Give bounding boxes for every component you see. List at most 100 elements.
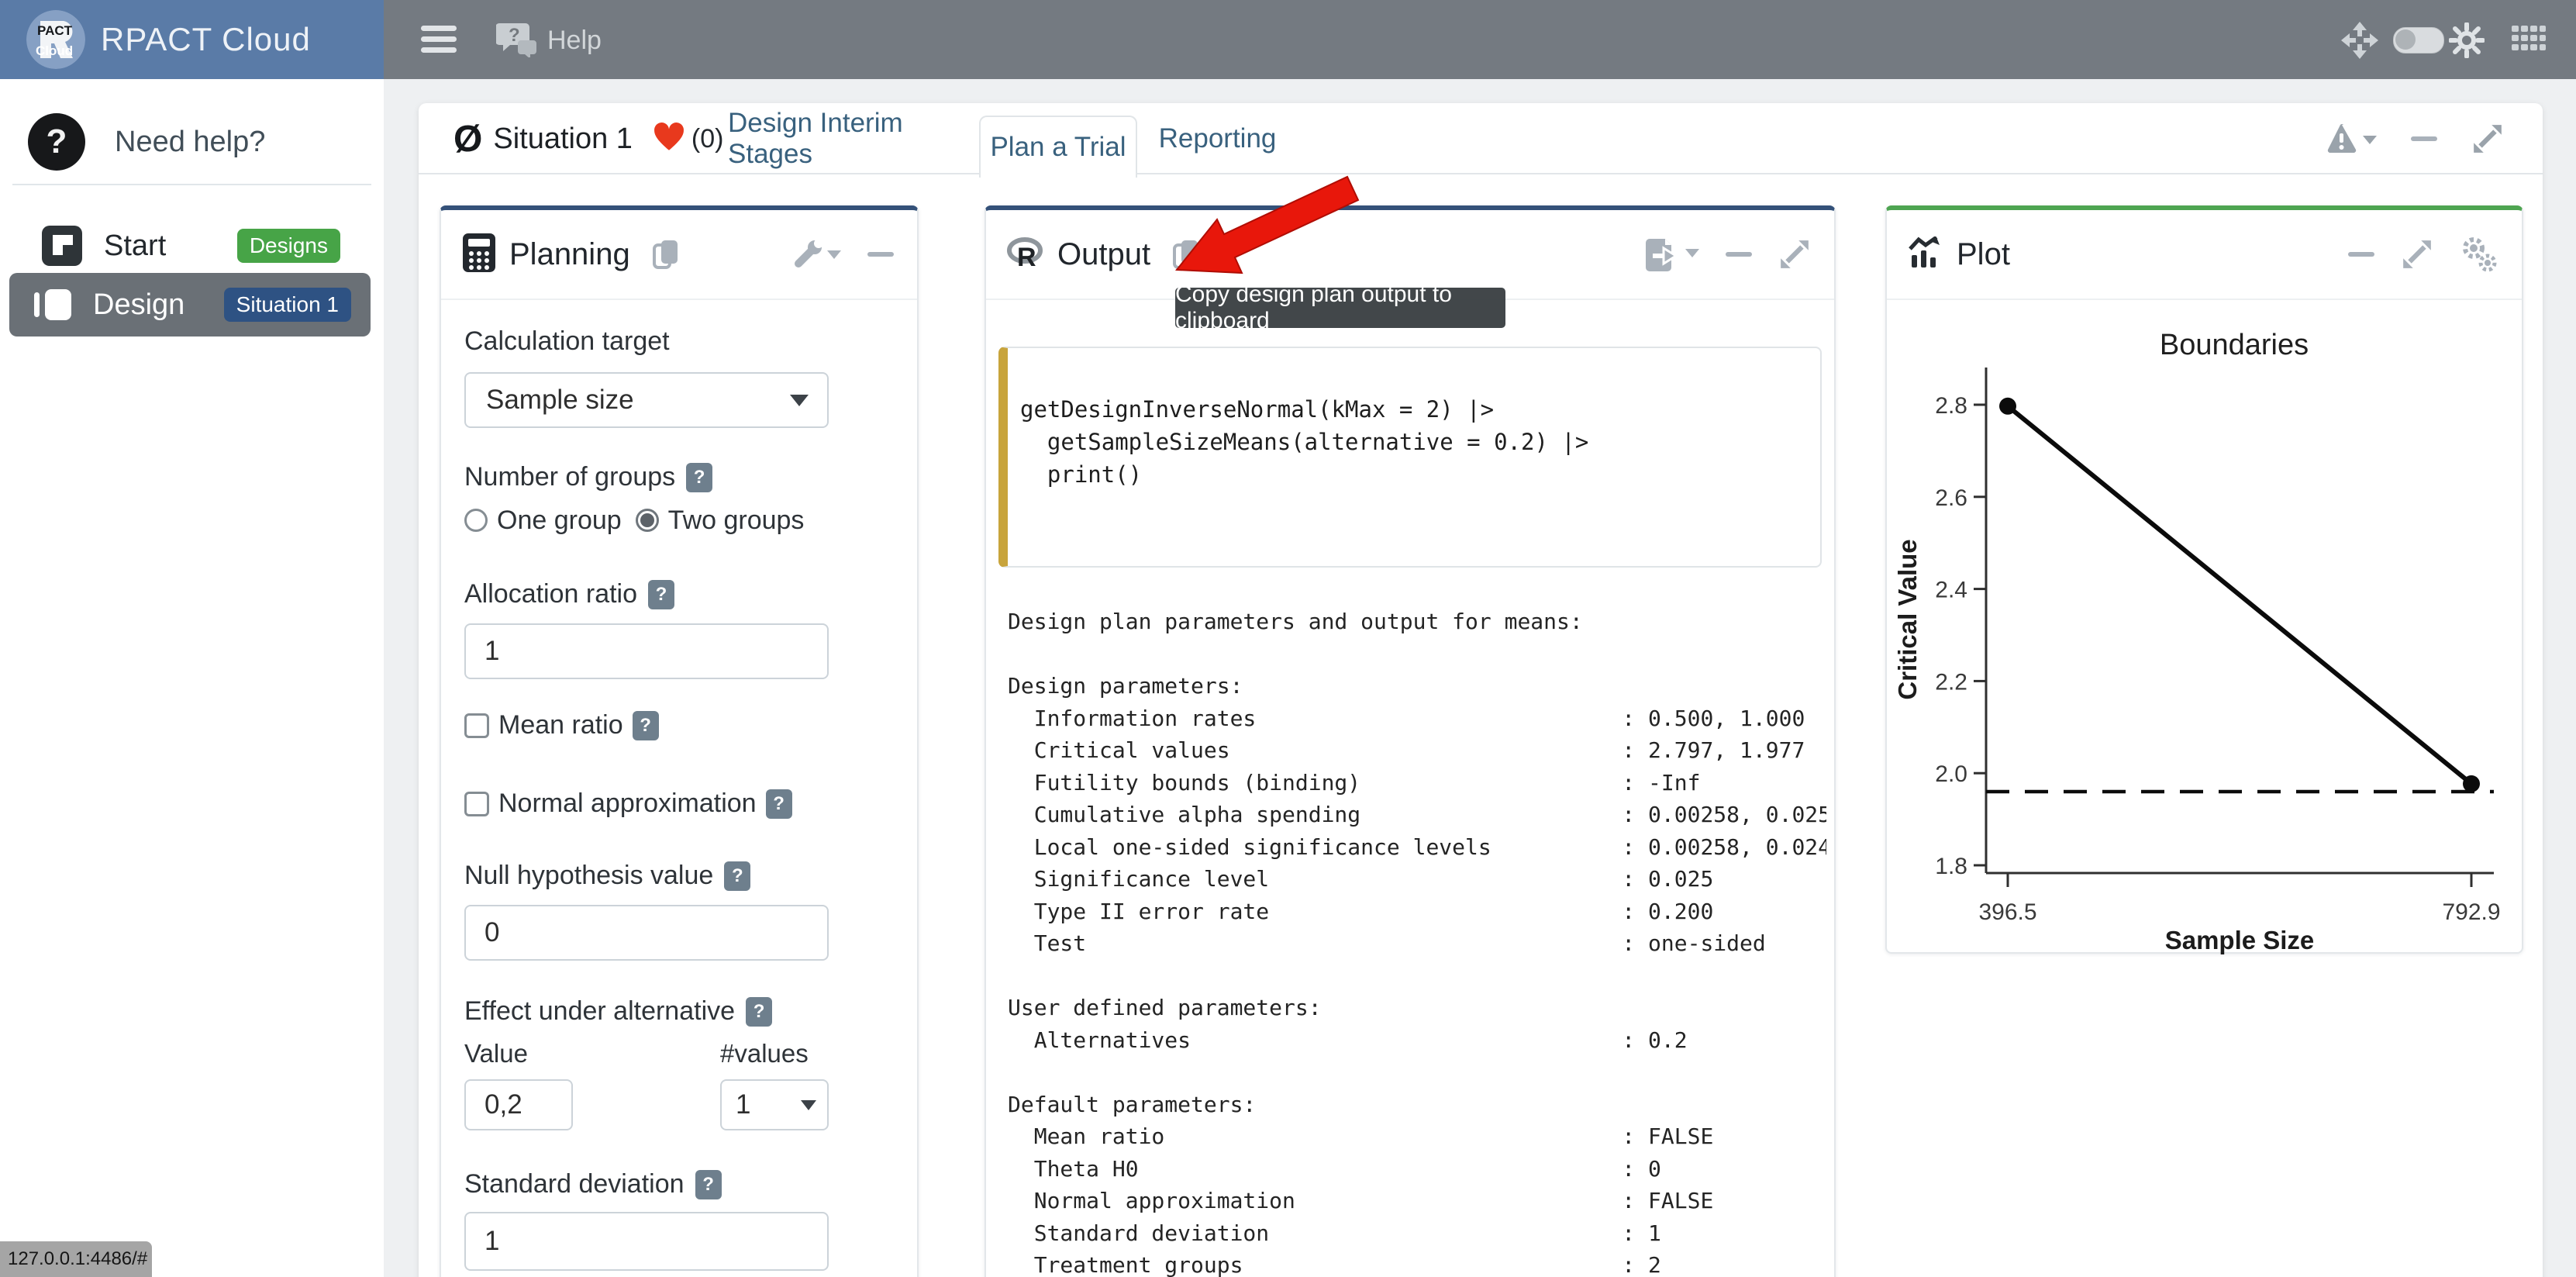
sidebar-item-start[interactable]: Start Designs xyxy=(0,217,384,274)
value-label: Value xyxy=(464,1039,573,1068)
r-logo-icon: R xyxy=(1006,235,1045,274)
help-badge-icon[interactable]: ? xyxy=(746,997,772,1027)
need-help-link[interactable]: ? Need help? xyxy=(0,101,384,183)
null-hypothesis-input[interactable] xyxy=(464,905,829,961)
collapse-planning-button[interactable] xyxy=(867,252,894,257)
mean-ratio-label: Mean ratio xyxy=(498,710,623,740)
allocation-ratio-label: Allocation ratio ? xyxy=(464,579,894,609)
help-badge-icon[interactable]: ? xyxy=(686,463,712,492)
design-layout-icon xyxy=(33,288,76,322)
mean-ratio-checkbox[interactable] xyxy=(464,713,489,738)
warning-dropdown-button[interactable] xyxy=(2326,123,2377,154)
svg-text:R: R xyxy=(1017,243,1036,271)
svg-text:2.2: 2.2 xyxy=(1935,669,1967,695)
output-panel: R Output xyxy=(985,205,1836,1277)
expand-output-button[interactable] xyxy=(1778,238,1811,271)
collapse-plot-button[interactable] xyxy=(2348,252,2374,257)
sidebar: PACT Cloud RPACT Cloud ? Need help? Star… xyxy=(0,0,384,1277)
radio-two-groups-label: Two groups xyxy=(668,506,805,536)
sidebar-divider xyxy=(12,184,371,185)
help-badge-icon[interactable]: ? xyxy=(648,580,674,609)
wrench-dropdown-button[interactable] xyxy=(791,238,841,271)
expand-plot-button[interactable] xyxy=(2401,238,2433,271)
plot-panel: Plot xyxy=(1885,205,2523,954)
situation-label: Situation 1 xyxy=(493,123,633,156)
svg-text:792.9: 792.9 xyxy=(2442,899,2500,925)
planning-panel: Planning xyxy=(440,205,919,1277)
tab-bar: Ø Situation 1 (0) Design Interim Stages … xyxy=(419,103,2543,174)
design-plan-output-text: Design plan parameters and output for me… xyxy=(1008,606,1826,1277)
calculation-target-label: Calculation target xyxy=(464,326,894,357)
plot-header: Plot xyxy=(1887,210,2522,300)
sidebar-item-design[interactable]: Design Situation 1 xyxy=(9,273,371,337)
effect-under-alternative-label: Effect under alternative ? xyxy=(464,996,894,1027)
rpact-logo-icon: PACT Cloud xyxy=(26,10,85,69)
calculation-target-select[interactable]: Sample size xyxy=(464,372,829,428)
copy-tooltip: Copy design plan output to clipboard xyxy=(1175,288,1505,328)
tab-design-interim-stages[interactable]: Design Interim Stages xyxy=(728,103,954,174)
chevron-down-icon xyxy=(790,395,809,406)
collapse-card-button[interactable] xyxy=(2411,136,2437,141)
standard-deviation-label: Standard deviation ? xyxy=(464,1169,894,1199)
svg-text:2.8: 2.8 xyxy=(1935,393,1967,419)
allocation-ratio-input[interactable] xyxy=(464,623,829,679)
situation-title: Ø Situation 1 (0) xyxy=(453,103,723,174)
calculator-icon xyxy=(461,232,497,278)
number-of-groups-label: Number of groups ? xyxy=(464,462,894,492)
plot-title: Plot xyxy=(1957,237,2010,272)
heart-icon[interactable] xyxy=(653,123,685,156)
theme-toggle[interactable] xyxy=(2393,27,2444,53)
help-badge-icon[interactable]: ? xyxy=(766,789,792,819)
normal-approximation-checkbox[interactable] xyxy=(464,792,489,816)
radio-one-group[interactable] xyxy=(464,509,488,532)
export-dropdown-button[interactable] xyxy=(1645,236,1699,272)
null-hypothesis-label: Null hypothesis value ? xyxy=(464,861,894,891)
help-badge-icon[interactable]: ? xyxy=(633,711,659,740)
fullscreen-icon[interactable] xyxy=(2341,22,2378,63)
help-badge-icon[interactable]: ? xyxy=(724,861,750,891)
start-flag-icon xyxy=(42,226,82,266)
toggle-knob xyxy=(2395,29,2416,50)
nvalues-select[interactable]: 1 xyxy=(720,1079,829,1130)
question-circle-icon: ? xyxy=(28,113,85,171)
brand-title: RPACT Cloud xyxy=(101,21,311,58)
sidebar-item-label: Design xyxy=(93,288,184,322)
radio-one-group-label: One group xyxy=(497,506,622,536)
app-screen: PACT Cloud RPACT Cloud ? Need help? Star… xyxy=(0,0,2576,1277)
copy-output-button[interactable] xyxy=(1172,238,1200,271)
expand-card-button[interactable] xyxy=(2471,123,2504,155)
svg-text:2.6: 2.6 xyxy=(1935,485,1967,511)
tabrow-actions xyxy=(2326,103,2504,174)
effect-value-input[interactable] xyxy=(464,1079,573,1130)
plot-settings-gears-icon[interactable] xyxy=(2460,236,2498,273)
svg-text:2.0: 2.0 xyxy=(1935,761,1967,787)
planning-header: Planning xyxy=(441,210,917,300)
hamburger-menu-icon[interactable] xyxy=(421,26,457,57)
calculation-target-value: Sample size xyxy=(486,385,634,416)
help-badge-icon[interactable]: ? xyxy=(695,1170,722,1199)
svg-text:Critical Value: Critical Value xyxy=(1893,539,1922,699)
topbar: ? Help xyxy=(384,0,2576,79)
standard-deviation-input[interactable] xyxy=(464,1212,829,1271)
tab-plan-a-trial[interactable]: Plan a Trial xyxy=(979,116,1137,178)
sidebar-item-label: Start xyxy=(104,230,166,263)
copy-planning-button[interactable] xyxy=(652,238,680,271)
status-url: 127.0.0.1:4486/# xyxy=(0,1241,152,1277)
favorites-count: (0) xyxy=(691,124,724,154)
svg-text:2.4: 2.4 xyxy=(1935,578,1967,603)
output-title: Output xyxy=(1057,237,1150,272)
apps-grid-icon[interactable] xyxy=(2511,22,2547,57)
tab-reporting[interactable]: Reporting xyxy=(1167,103,1268,174)
main-content: Ø Situation 1 (0) Design Interim Stages … xyxy=(384,79,2576,1277)
collapse-output-button[interactable] xyxy=(1726,252,1752,257)
settings-gear-icon[interactable] xyxy=(2449,22,2485,62)
radio-two-groups[interactable] xyxy=(636,509,659,532)
nvalues-value: 1 xyxy=(736,1089,750,1120)
svg-text:Sample Size: Sample Size xyxy=(2165,926,2315,954)
help-chat-icon: ? xyxy=(496,20,540,61)
help-button[interactable]: ? Help xyxy=(496,20,602,61)
situation-badge: Situation 1 xyxy=(224,288,351,322)
situation-card: Ø Situation 1 (0) Design Interim Stages … xyxy=(419,103,2543,1277)
svg-text:396.5: 396.5 xyxy=(1978,899,2036,925)
chevron-down-icon xyxy=(801,1100,816,1110)
